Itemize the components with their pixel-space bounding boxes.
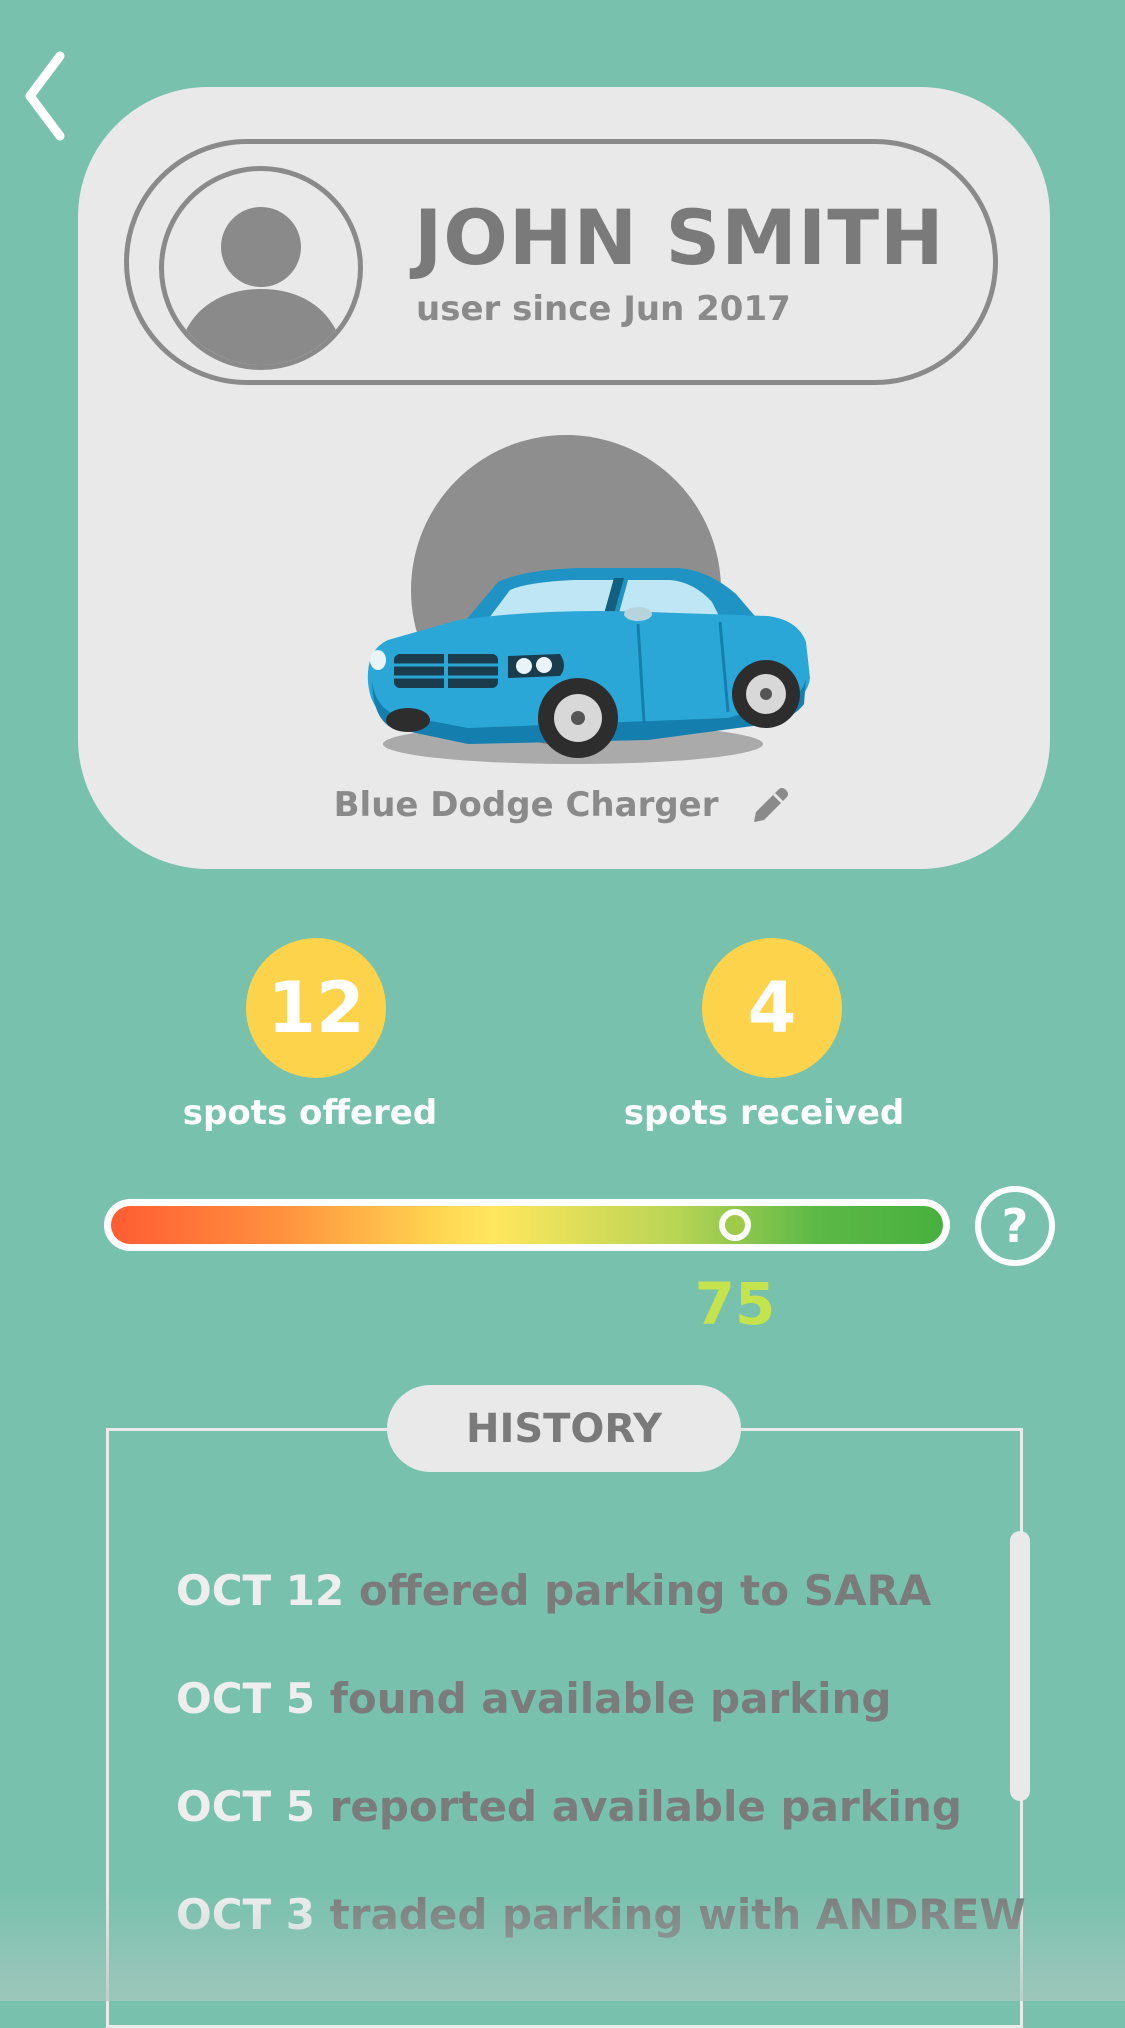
history-item[interactable]: OCT 5 found available parking: [176, 1669, 976, 1777]
user-name: JOHN SMITH: [414, 193, 945, 282]
chevron-left-icon: [25, 51, 65, 141]
rating-value: 75: [694, 1270, 776, 1338]
history-list: OCT 12 offered parking to SARA OCT 5 fou…: [176, 1561, 1026, 1993]
history-text: traded parking with ANDREW: [329, 1890, 1026, 1939]
history-date: OCT 5: [176, 1782, 316, 1831]
car-name-row: Blue Dodge Charger: [78, 782, 1050, 828]
history-item[interactable]: OCT 3 traded parking with ANDREW: [176, 1885, 1026, 1993]
history-date: OCT 5: [176, 1674, 316, 1723]
history-date: OCT 12: [176, 1566, 345, 1615]
profile-card: JOHN SMITH user since Jun 2017 Blue Dodg…: [78, 87, 1050, 869]
history-item[interactable]: OCT 12 offered parking to SARA: [176, 1561, 976, 1669]
history-title: HISTORY: [387, 1385, 741, 1472]
history-text: found available parking: [329, 1674, 892, 1723]
car-name: Blue Dodge Charger: [333, 785, 719, 825]
rating-indicator: [719, 1209, 751, 1241]
history-text: reported available parking: [329, 1782, 962, 1831]
rating-bar: [104, 1199, 950, 1251]
spots-offered-count: 12: [246, 938, 386, 1078]
user-silhouette-icon: [176, 207, 346, 365]
back-button[interactable]: [22, 48, 82, 144]
user-since: user since Jun 2017: [416, 289, 791, 329]
help-button[interactable]: ?: [975, 1186, 1055, 1266]
car-icon: [367, 568, 810, 764]
user-info-pill: JOHN SMITH user since Jun 2017: [124, 139, 998, 385]
avatar: [159, 166, 363, 370]
history-scrollbar[interactable]: [1010, 1531, 1030, 1801]
history-item[interactable]: OCT 5 reported available parking: [176, 1777, 976, 1885]
spots-offered-label: spots offered: [182, 1093, 438, 1133]
rating-gradient: [111, 1206, 943, 1244]
history-date: OCT 3: [176, 1890, 316, 1939]
spots-received-count: 4: [702, 938, 842, 1078]
pencil-icon[interactable]: [748, 782, 794, 828]
spots-received-label: spots received: [623, 1093, 905, 1133]
question-mark-icon: ?: [1001, 1199, 1029, 1253]
history-text: offered parking to SARA: [358, 1566, 932, 1615]
